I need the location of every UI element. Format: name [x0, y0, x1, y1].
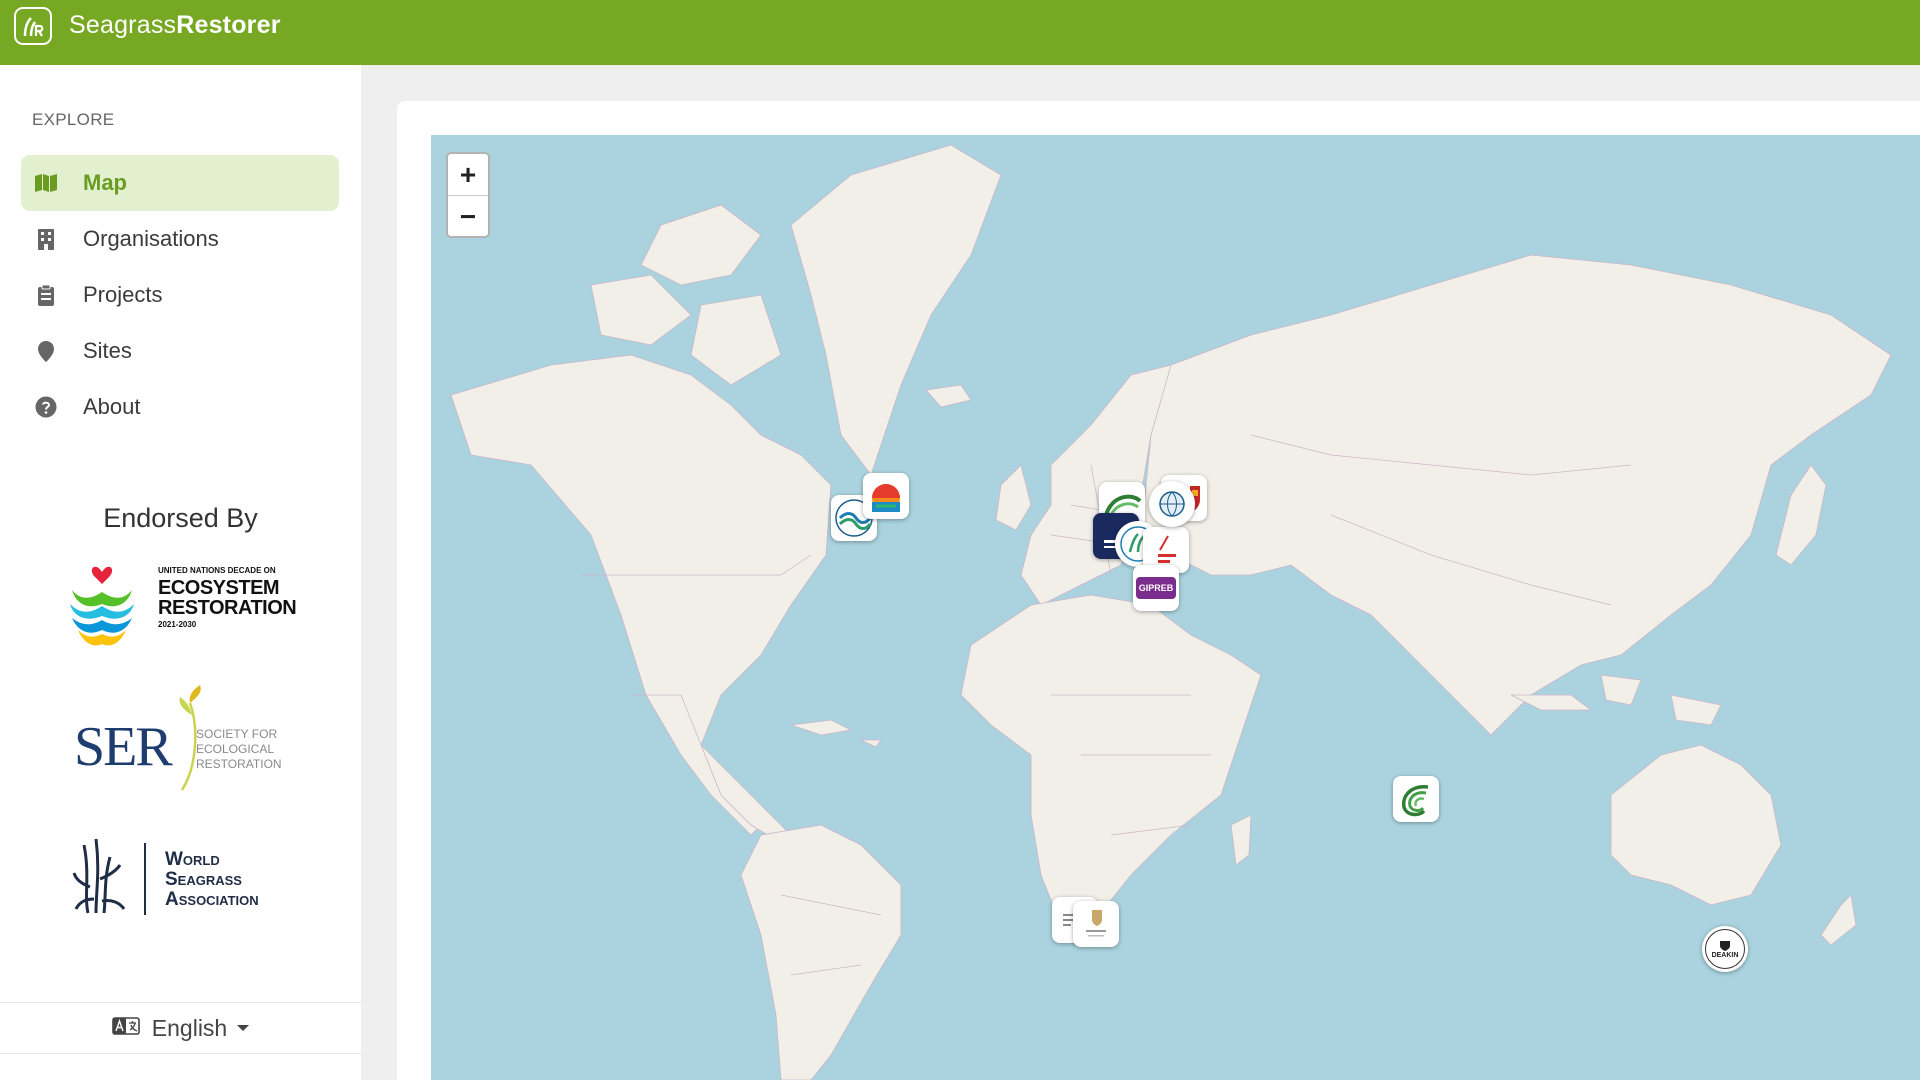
explore-section-label: EXPLORE	[32, 110, 115, 129]
sidebar-item-label: Sites	[83, 338, 132, 363]
world-seagrass-association-logo[interactable]: World Seagrass Association	[60, 823, 300, 933]
south-america-land	[740, 824, 902, 1080]
sidebar-item-sites[interactable]: Sites	[21, 323, 339, 379]
sun-logo-icon	[872, 484, 900, 512]
green-swirl-logo-icon	[1401, 785, 1429, 817]
deakin-crest-icon	[1720, 940, 1730, 951]
marker-europe-6[interactable]	[1149, 481, 1195, 527]
un-decade-line4: 2021-2030	[158, 620, 197, 629]
brand-regular: Seagrass	[69, 11, 177, 39]
ser-line2: ECOLOGICAL	[196, 742, 275, 756]
uk-land	[995, 464, 1032, 531]
australia-land	[1610, 744, 1782, 906]
question-circle-icon	[33, 394, 59, 420]
red-text-logo-icon	[1158, 535, 1176, 563]
zoom-in-button[interactable]: +	[448, 154, 488, 195]
language-icon	[111, 1016, 140, 1040]
marker-label: GIPREB	[1138, 583, 1174, 593]
sidebar-item-label: Map	[83, 170, 127, 195]
wsa-line3: Association	[165, 889, 259, 910]
globe-logo-icon	[1159, 491, 1185, 517]
location-pin-icon	[33, 338, 59, 364]
un-decade-line3: RESTORATION	[158, 597, 297, 619]
world-map[interactable]: + − GIPREB DEAKIN	[431, 135, 1920, 1080]
sidebar-item-map[interactable]: Map	[21, 155, 339, 211]
africa-land	[960, 594, 1262, 926]
iceland-land	[925, 384, 972, 408]
ser-logo[interactable]: SER SOCIETY FOR ECOLOGICAL RESTORATION	[60, 685, 300, 795]
sidebar-item-label: Organisations	[83, 226, 219, 251]
university-crest-icon	[1086, 910, 1106, 937]
app-title[interactable]: SeagrassRestorer	[69, 11, 281, 40]
zoom-control: + −	[446, 152, 490, 238]
marker-label: DEAKIN	[1711, 951, 1739, 959]
wsa-divider	[144, 843, 146, 915]
ser-mark: SER	[74, 716, 173, 778]
sidebar-item-projects[interactable]: Projects	[21, 267, 339, 323]
caribbean-islands-land	[790, 719, 882, 748]
ser-line1: SOCIETY FOR	[196, 727, 278, 741]
building-icon	[33, 226, 59, 252]
sidebar-item-about[interactable]: About	[21, 379, 339, 435]
language-selector[interactable]: English	[0, 1002, 361, 1054]
asia-land	[1140, 254, 1892, 736]
new-zealand-land	[1820, 894, 1857, 946]
zoom-out-button[interactable]: −	[448, 196, 488, 237]
ser-line3: RESTORATION	[196, 757, 282, 771]
sidebar: EXPLORE Map Organisations Projects Sites…	[0, 65, 361, 1080]
japan-land	[1775, 464, 1827, 566]
endorsed-by-heading: Endorsed By	[103, 503, 258, 533]
madagascar-land	[1230, 814, 1252, 866]
brand-bold: Restorer	[176, 11, 281, 39]
caret-down-icon	[237, 1025, 250, 1031]
wsa-line1: World	[165, 849, 220, 870]
map-icon	[33, 170, 59, 196]
deakin-badge: DEAKIN	[1705, 929, 1745, 969]
sidebar-item-label: About	[83, 394, 141, 419]
marker-southeast-asia[interactable]	[1393, 776, 1439, 822]
greenland-land	[790, 144, 1002, 476]
marker-europe-7[interactable]: GIPREB	[1133, 565, 1179, 611]
un-decade-logo[interactable]: UNITED NATIONS DECADE ON ECOSYSTEM RESTO…	[60, 560, 300, 670]
seagrass-plant-icon	[72, 838, 126, 914]
gipreb-badge: GIPREB	[1136, 577, 1176, 599]
north-america-land	[450, 354, 832, 836]
marker-north-america-2[interactable]	[863, 473, 909, 519]
marker-australia[interactable]: DEAKIN	[1702, 926, 1748, 972]
marker-south-africa-2[interactable]	[1073, 901, 1119, 947]
sidebar-item-organisations[interactable]: Organisations	[21, 211, 339, 267]
wsa-line2: Seagrass	[165, 869, 242, 890]
un-decade-line1: UNITED NATIONS DECADE ON	[158, 566, 276, 575]
clipboard-icon	[33, 282, 59, 308]
sidebar-item-label: Projects	[83, 282, 163, 307]
top-app-bar: SeagrassRestorer	[0, 0, 1920, 65]
language-label: English	[151, 1014, 228, 1041]
app-logo-icon[interactable]	[14, 7, 52, 45]
